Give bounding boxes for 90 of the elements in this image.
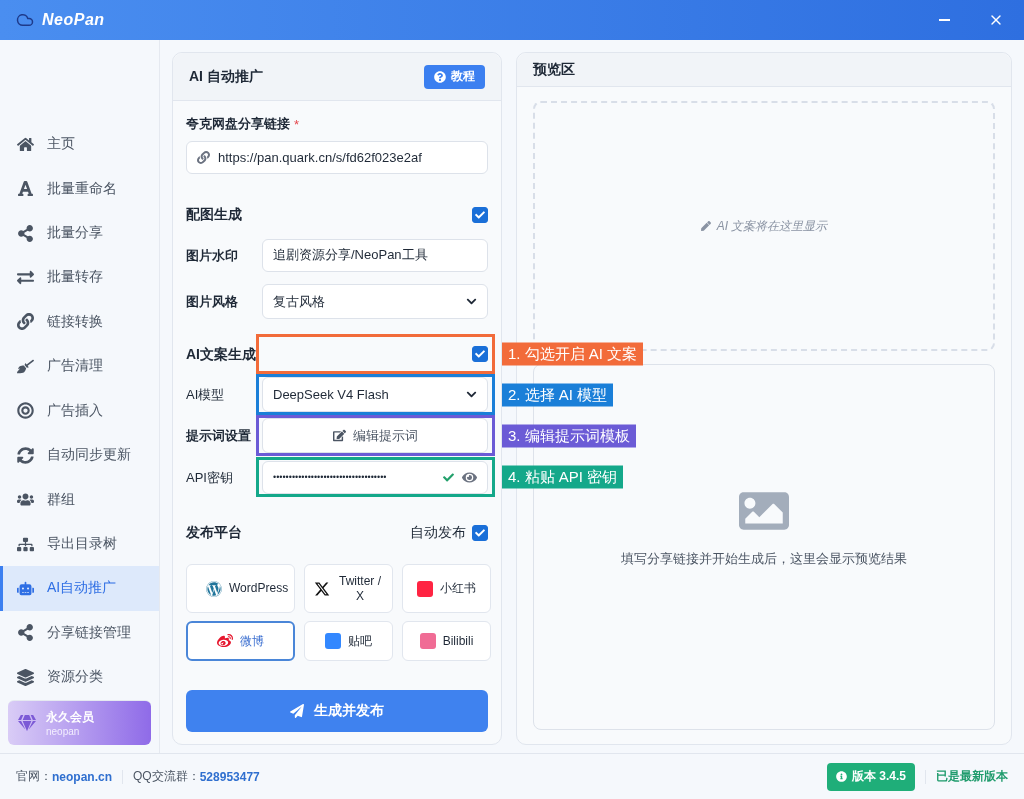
sidebar-item[interactable]: 链接转换 bbox=[0, 299, 159, 345]
caret-icon bbox=[466, 389, 477, 400]
check-icon bbox=[475, 210, 485, 220]
required-mark: * bbox=[294, 116, 300, 132]
callout-label: 3. 编辑提示词模板 bbox=[502, 424, 636, 447]
check-icon bbox=[475, 528, 485, 538]
field-label: 图片水印 bbox=[186, 247, 238, 263]
checkbox[interactable] bbox=[472, 207, 488, 223]
platform-logo-icon bbox=[419, 633, 436, 649]
watermark-input-field[interactable]: 追剧资源分享/NeoPan工具 bbox=[262, 238, 488, 272]
nav-icon bbox=[15, 180, 35, 198]
sidebar-item[interactable]: 批量分享 bbox=[0, 210, 159, 256]
sidebar-item[interactable]: 主页 bbox=[0, 122, 159, 167]
platform-button[interactable]: 贴吧 bbox=[304, 621, 393, 661]
platform-button[interactable]: 小红书 bbox=[402, 564, 491, 613]
hint-text: 填写分享链接并开始生成后，这里会显示预览结果 bbox=[621, 550, 907, 568]
api-key-input-field[interactable]: •••••••••••••••••••••••••••••••••••• bbox=[262, 460, 488, 494]
card-title: AI 自动推广 bbox=[189, 67, 263, 86]
platform-button[interactable]: Twitter / X bbox=[304, 564, 393, 613]
platform-button[interactable]: WordPress bbox=[186, 564, 295, 613]
platform-logo-icon bbox=[417, 580, 433, 597]
edit-prompt-button[interactable]: 编辑提示词 bbox=[262, 418, 488, 453]
info-icon bbox=[835, 771, 847, 782]
member-title: 永久会员 bbox=[46, 708, 94, 726]
member-name: neopan bbox=[46, 725, 81, 737]
caret-icon bbox=[466, 296, 477, 307]
field-label: AI文案生成 bbox=[186, 345, 256, 362]
minimize-icon bbox=[938, 19, 950, 21]
update-status: 已是最新版本 bbox=[936, 768, 1008, 785]
nav-icon bbox=[15, 357, 35, 375]
field-label: API密钥 bbox=[186, 469, 233, 485]
footer-label: 官网： bbox=[16, 768, 52, 785]
window-title: NeoPan bbox=[42, 11, 105, 29]
callout-label: 4. 粘贴 API 密钥 bbox=[502, 465, 624, 489]
nav-icon bbox=[15, 446, 35, 464]
check-icon bbox=[475, 349, 485, 359]
nav-icon bbox=[15, 535, 35, 553]
card-title: 预览区 bbox=[533, 60, 575, 79]
nav-icon bbox=[15, 624, 35, 642]
sidebar-item[interactable]: 资源分类 bbox=[0, 655, 159, 700]
nav-icon bbox=[15, 579, 35, 597]
sidebar-item[interactable]: 分享链接管理 bbox=[0, 610, 159, 656]
auto-publish-label: 自动发布 bbox=[410, 524, 466, 542]
question-icon bbox=[434, 70, 446, 83]
field-label: 提示词设置 bbox=[186, 428, 251, 443]
paper-plane-icon bbox=[290, 704, 304, 718]
link-input-field[interactable]: https://pan.quark.cn/s/fd62f023e2af bbox=[186, 141, 488, 174]
link-icon bbox=[197, 151, 210, 164]
field-label: 图片风格 bbox=[186, 294, 238, 309]
callout-label: 2. 选择 AI 模型 bbox=[502, 383, 614, 406]
callout-label: 1. 勾选开启 AI 文案 bbox=[502, 342, 644, 366]
gem-icon bbox=[18, 713, 36, 732]
version-badge: 版本 3.4.5 bbox=[826, 762, 915, 791]
nav-icon bbox=[15, 268, 35, 286]
edit-icon bbox=[332, 429, 346, 442]
nav-icon bbox=[15, 402, 35, 420]
section-label: 配图生成 bbox=[186, 206, 242, 224]
tutorial-button[interactable]: 教程 bbox=[424, 64, 485, 89]
sidebar-item[interactable]: AI自动推广 bbox=[0, 566, 159, 611]
placeholder-text: AI 文案将在这里显示 bbox=[716, 217, 828, 235]
sidebar-item[interactable]: 自动同步更新 bbox=[0, 432, 159, 478]
platform-logo-icon bbox=[325, 633, 341, 649]
checkbox[interactable] bbox=[472, 525, 488, 541]
pen-icon bbox=[700, 221, 711, 231]
footer-label: QQ交流群： bbox=[133, 768, 200, 785]
sidebar-item[interactable]: 批量重命名 bbox=[0, 166, 159, 211]
platform-logo-icon bbox=[314, 580, 330, 597]
nav-icon bbox=[15, 224, 35, 242]
checkbox[interactable] bbox=[472, 346, 488, 362]
platform-logo-icon bbox=[217, 633, 233, 649]
generate-publish-button[interactable]: 生成并发布 bbox=[186, 690, 488, 732]
cloud-logo-icon bbox=[16, 11, 34, 29]
nav-icon bbox=[15, 313, 35, 331]
sidebar-item[interactable]: 广告插入 bbox=[0, 388, 159, 433]
platform-button[interactable]: 微博 bbox=[186, 621, 295, 661]
website-link[interactable]: neopan.cn bbox=[52, 769, 112, 784]
sidebar-item[interactable]: 导出目录树 bbox=[0, 521, 159, 567]
sidebar-item[interactable]: 群组 bbox=[0, 477, 159, 522]
field-label: 夸克网盘分享链接 bbox=[186, 115, 290, 133]
section-label: 发布平台 bbox=[186, 524, 242, 542]
style-select[interactable]: 复古风格 bbox=[262, 284, 488, 319]
nav-icon bbox=[15, 135, 35, 153]
sidebar-item[interactable]: 广告清理 bbox=[0, 344, 159, 389]
platform-button[interactable]: Bilibili bbox=[402, 621, 491, 661]
platform-logo-icon bbox=[206, 580, 222, 597]
sidebar-item[interactable]: 批量转存 bbox=[0, 255, 159, 300]
field-label: AI模型 bbox=[186, 387, 225, 402]
qq-group-link[interactable]: 528953477 bbox=[199, 769, 260, 784]
nav-icon bbox=[15, 668, 35, 686]
model-select[interactable]: DeepSeek V4 Flash bbox=[262, 377, 488, 412]
